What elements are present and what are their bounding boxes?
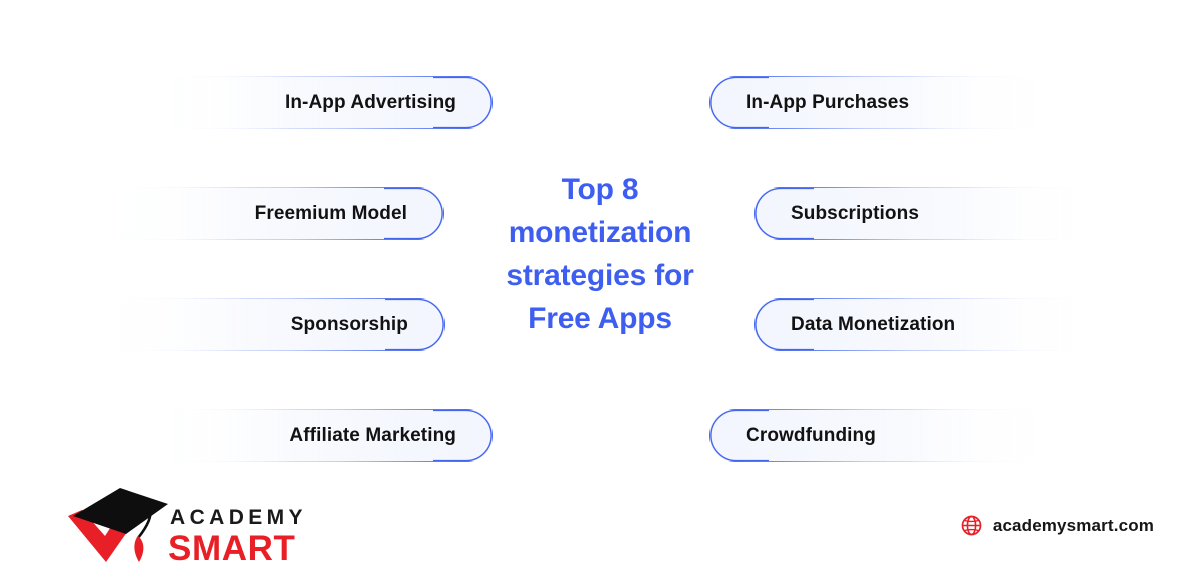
logo-artwork: ACADEMY SMART (68, 488, 302, 568)
strategy-label: Subscriptions (791, 202, 919, 224)
strategy-pill-affiliate-marketing[interactable]: Affiliate Marketing (148, 409, 493, 462)
title-line-2: monetization (508, 216, 692, 249)
logo-word-smart: SMART (168, 529, 295, 568)
strategy-pill-freemium-model[interactable]: Freemium Model (98, 187, 444, 240)
strategy-label: Sponsorship (290, 313, 408, 335)
strategy-pill-sponsorship[interactable]: Sponsorship (98, 298, 445, 351)
academy-smart-logo[interactable]: ACADEMY SMART (62, 486, 302, 570)
title-line-1: Top 8 (561, 173, 639, 206)
title-line-4: Free Apps (528, 302, 672, 335)
infographic-canvas: In-App Advertising Freemium Model Sponso… (0, 0, 1200, 588)
strategy-label: In-App Advertising (284, 91, 456, 113)
website-url-text: academysmart.com (992, 515, 1154, 535)
strategy-label: In-App Purchases (746, 91, 910, 113)
strategy-label: Freemium Model (254, 202, 407, 224)
page-title: Top 8 monetization strategies for Free A… (474, 168, 726, 340)
strategy-label: Crowdfunding (746, 424, 876, 446)
title-line-3: strategies for (506, 259, 694, 292)
globe-icon (961, 515, 982, 536)
strategy-pill-in-app-purchases[interactable]: In-App Purchases (709, 76, 1056, 129)
strategy-label: Affiliate Marketing (289, 424, 456, 446)
website-link[interactable]: academysmart.com (961, 515, 1154, 536)
strategy-pill-subscriptions[interactable]: Subscriptions (754, 187, 1104, 240)
strategy-pill-in-app-advertising[interactable]: In-App Advertising (148, 76, 493, 129)
strategy-pill-crowdfunding[interactable]: Crowdfunding (709, 409, 1056, 462)
logo-word-academy: ACADEMY (170, 506, 302, 529)
strategy-label: Data Monetization (791, 313, 956, 335)
strategy-pill-data-monetization[interactable]: Data Monetization (754, 298, 1104, 351)
